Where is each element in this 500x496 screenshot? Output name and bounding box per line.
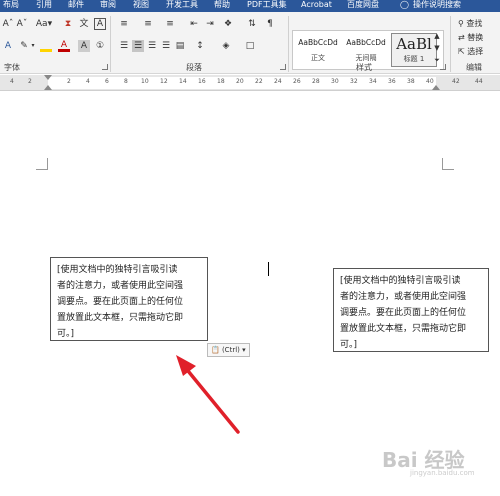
annotation-arrow <box>176 355 240 434</box>
arrow-shaft <box>182 364 240 434</box>
watermark-url: jingyan.baidu.com <box>410 469 475 477</box>
arrow-head <box>176 355 196 376</box>
